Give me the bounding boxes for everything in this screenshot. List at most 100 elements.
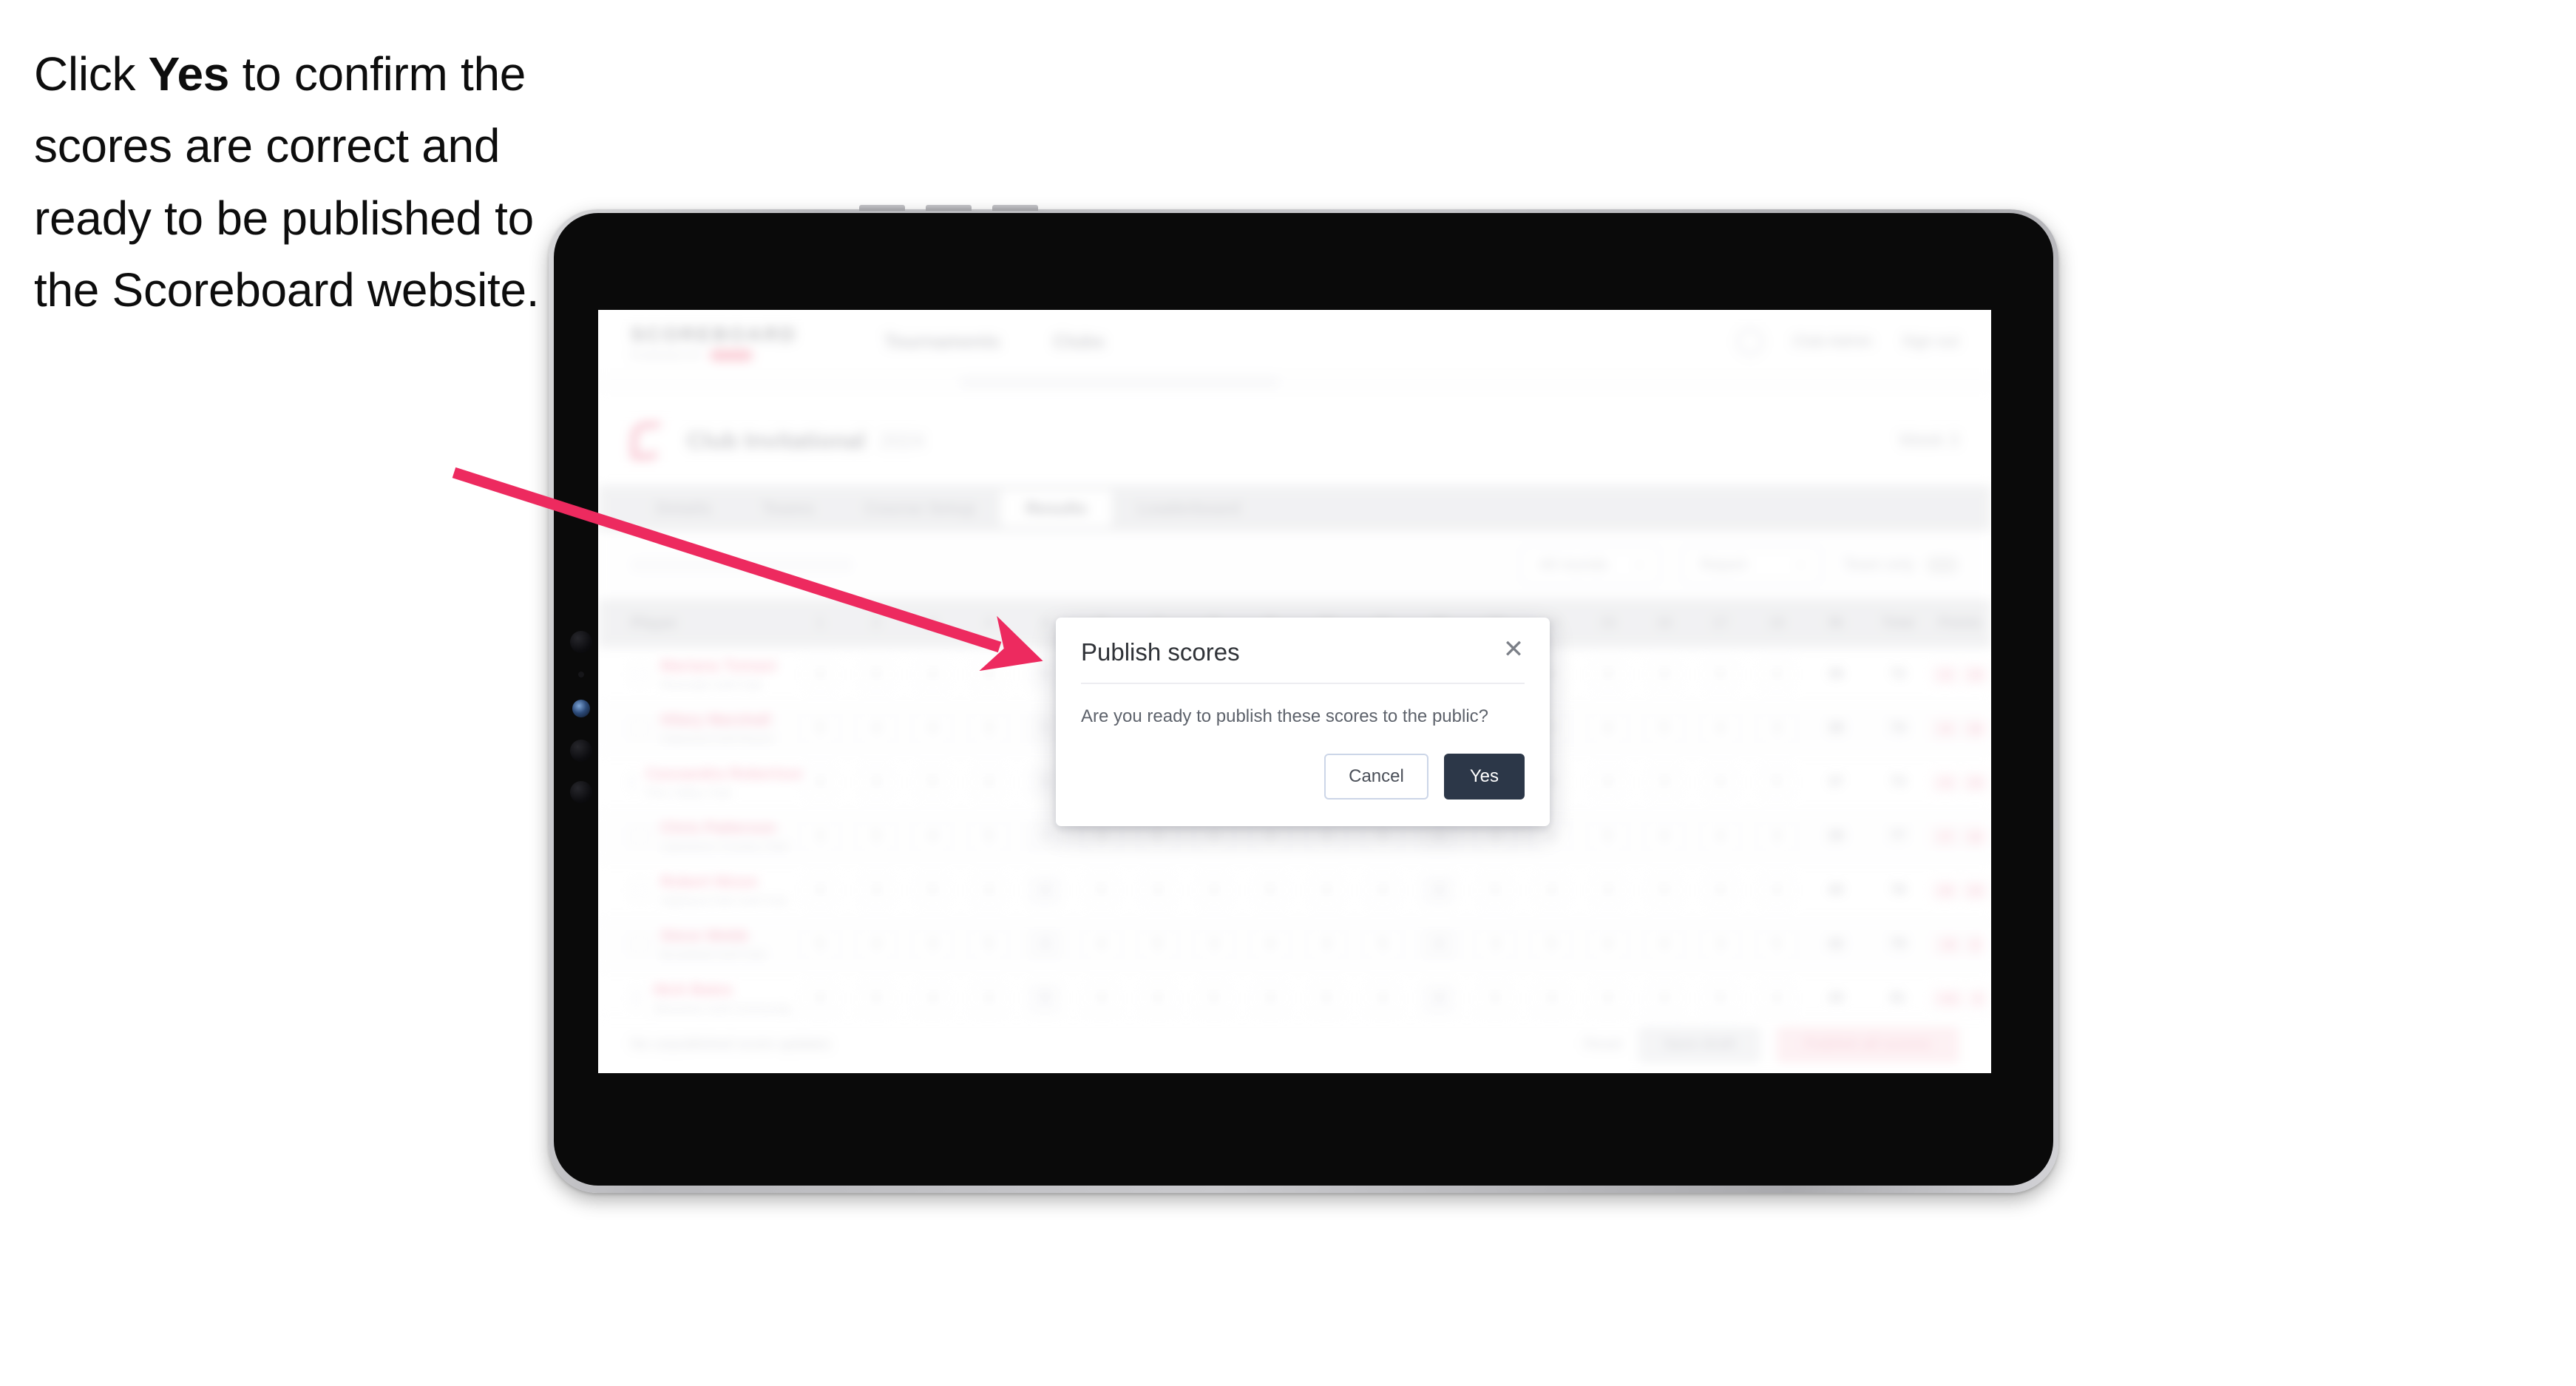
score-input[interactable]: 4 bbox=[1590, 929, 1625, 960]
score-input[interactable]: 5 bbox=[1647, 713, 1681, 744]
score-input[interactable]: 5 bbox=[1478, 875, 1513, 906]
player-name[interactable]: Hilary Marshall bbox=[660, 711, 773, 729]
score-input[interactable]: 5 bbox=[1590, 821, 1625, 852]
score-input[interactable]: 3 bbox=[1253, 983, 1287, 1014]
score-input[interactable]: 3 bbox=[1759, 713, 1794, 744]
score-input[interactable]: 4 bbox=[1028, 821, 1062, 852]
score-input[interactable]: 4 bbox=[1590, 713, 1625, 744]
table-row[interactable]: Robert Nixon Highland Park Golf Club 4 3 5 4 4… bbox=[598, 864, 1991, 918]
score-input[interactable]: 4 bbox=[915, 821, 950, 852]
score-input[interactable]: 4 bbox=[1759, 659, 1794, 690]
score-input[interactable]: 4 bbox=[1590, 767, 1625, 798]
tab-leaderboard[interactable]: Leaderboard bbox=[1112, 490, 1265, 527]
player-name[interactable]: Steve Webb bbox=[660, 927, 765, 945]
score-input[interactable]: 3 bbox=[803, 821, 838, 852]
score-input[interactable]: 4 bbox=[1422, 983, 1457, 1014]
score-input[interactable]: 4 bbox=[1084, 929, 1119, 960]
score-input[interactable]: 3 bbox=[1534, 983, 1569, 1014]
score-input[interactable]: 4 bbox=[1422, 929, 1457, 960]
score-input[interactable]: 5 bbox=[859, 983, 894, 1014]
score-input[interactable]: 3 bbox=[1590, 659, 1625, 690]
score-input[interactable]: 4 bbox=[803, 875, 838, 906]
score-input[interactable]: 5 bbox=[1196, 983, 1231, 1014]
score-input[interactable]: 5 bbox=[1084, 875, 1119, 906]
score-input[interactable]: 4 bbox=[972, 875, 1006, 906]
tab-course-setup[interactable]: Course Setup bbox=[840, 490, 1001, 527]
score-input[interactable]: 5 bbox=[1028, 983, 1062, 1014]
score-input[interactable]: 3 bbox=[972, 983, 1006, 1014]
tab-results[interactable]: Results bbox=[1000, 490, 1113, 527]
score-input[interactable]: 3 bbox=[915, 929, 950, 960]
score-input[interactable]: 3 bbox=[1759, 821, 1794, 852]
row-checkbox[interactable] bbox=[631, 828, 648, 845]
score-input[interactable]: 4 bbox=[803, 767, 838, 798]
yes-button[interactable]: Yes bbox=[1443, 754, 1525, 800]
tab-teams[interactable]: Teams bbox=[736, 490, 839, 527]
score-input[interactable]: 4 bbox=[1140, 983, 1175, 1014]
score-input[interactable]: 4 bbox=[1028, 875, 1062, 906]
score-input[interactable]: 5 bbox=[972, 821, 1006, 852]
reset-link[interactable]: Reset bbox=[1584, 1036, 1622, 1053]
cancel-button[interactable]: Cancel bbox=[1324, 754, 1428, 800]
header-link-club-admin[interactable]: Club Admin bbox=[1793, 333, 1872, 351]
score-input[interactable]: 5 bbox=[1478, 983, 1513, 1014]
score-input[interactable]: 4 bbox=[972, 659, 1006, 690]
player-name[interactable]: Cassandra Robertson bbox=[645, 765, 807, 783]
score-input[interactable]: 3 bbox=[1590, 875, 1625, 906]
player-name[interactable]: Mariana Tomasi bbox=[660, 657, 776, 675]
score-input[interactable]: 5 bbox=[1759, 767, 1794, 798]
score-input[interactable]: 4 bbox=[1647, 929, 1681, 960]
score-input[interactable]: 3 bbox=[1703, 929, 1738, 960]
score-input[interactable]: 3 bbox=[915, 659, 950, 690]
row-checkbox[interactable] bbox=[631, 936, 648, 953]
score-input[interactable]: 5 bbox=[859, 821, 894, 852]
score-input[interactable]: 5 bbox=[1309, 983, 1344, 1014]
publish-all-scores-button[interactable]: Publish all scores bbox=[1776, 1027, 1959, 1063]
score-input[interactable]: 4 bbox=[1647, 659, 1681, 690]
score-input[interactable]: 5 bbox=[915, 767, 950, 798]
row-checkbox[interactable] bbox=[631, 990, 642, 1007]
score-input[interactable]: 3 bbox=[1422, 875, 1457, 906]
score-input[interactable]: 4 bbox=[1366, 875, 1400, 906]
toggle-switch[interactable] bbox=[1926, 556, 1959, 574]
score-input[interactable]: 5 bbox=[1140, 929, 1175, 960]
score-input[interactable]: 4 bbox=[1647, 821, 1681, 852]
score-input[interactable]: 4 bbox=[1028, 929, 1062, 960]
score-input[interactable]: 4 bbox=[1253, 929, 1287, 960]
close-icon[interactable]: ✕ bbox=[1501, 637, 1526, 662]
score-input[interactable]: 4 bbox=[1534, 875, 1569, 906]
score-input[interactable]: 4 bbox=[859, 767, 894, 798]
score-input[interactable]: 5 bbox=[1703, 983, 1738, 1014]
app-logo[interactable]: SCOREBOARD POWERED BY bbox=[631, 323, 797, 361]
score-input[interactable]: 4 bbox=[1196, 875, 1231, 906]
score-input[interactable]: 4 bbox=[1366, 983, 1400, 1014]
header-link-sign-out[interactable]: Sign out bbox=[1902, 333, 1959, 351]
score-input[interactable]: 5 bbox=[1759, 929, 1794, 960]
row-checkbox[interactable] bbox=[631, 882, 648, 899]
score-input[interactable]: 4 bbox=[1703, 821, 1738, 852]
score-input[interactable]: 3 bbox=[972, 713, 1006, 744]
score-input[interactable]: 4 bbox=[1309, 875, 1344, 906]
team-only-toggle[interactable]: Team only bbox=[1843, 556, 1959, 574]
user-avatar-icon[interactable] bbox=[1736, 328, 1763, 355]
score-input[interactable]: 4 bbox=[915, 983, 950, 1014]
score-input[interactable]: 4 bbox=[803, 659, 838, 690]
score-input[interactable]: 5 bbox=[1366, 929, 1400, 960]
score-input[interactable]: 5 bbox=[803, 929, 838, 960]
player-name[interactable]: Robert Nixon bbox=[660, 873, 787, 891]
nav-item-clubs[interactable]: Clubs bbox=[1054, 331, 1105, 353]
score-input[interactable]: 4 bbox=[1703, 767, 1738, 798]
table-row[interactable]: Steve Webb Brookfield Golf Club 5 4 3 5 4 4 5 3 4 4… bbox=[598, 918, 1991, 972]
save-draft-button[interactable]: Save draft bbox=[1638, 1027, 1760, 1063]
score-input[interactable]: 4 bbox=[1703, 713, 1738, 744]
score-input[interactable]: 4 bbox=[1647, 983, 1681, 1014]
score-input[interactable]: 4 bbox=[972, 767, 1006, 798]
score-input[interactable]: 4 bbox=[803, 983, 838, 1014]
score-input[interactable]: 4 bbox=[859, 929, 894, 960]
report-select[interactable]: Report ▾ bbox=[1682, 546, 1822, 584]
row-checkbox[interactable] bbox=[631, 666, 648, 683]
score-input[interactable]: 5 bbox=[1703, 659, 1738, 690]
score-input[interactable]: 3 bbox=[1140, 875, 1175, 906]
score-input[interactable]: 5 bbox=[1534, 929, 1569, 960]
score-input[interactable]: 4 bbox=[1590, 983, 1625, 1014]
